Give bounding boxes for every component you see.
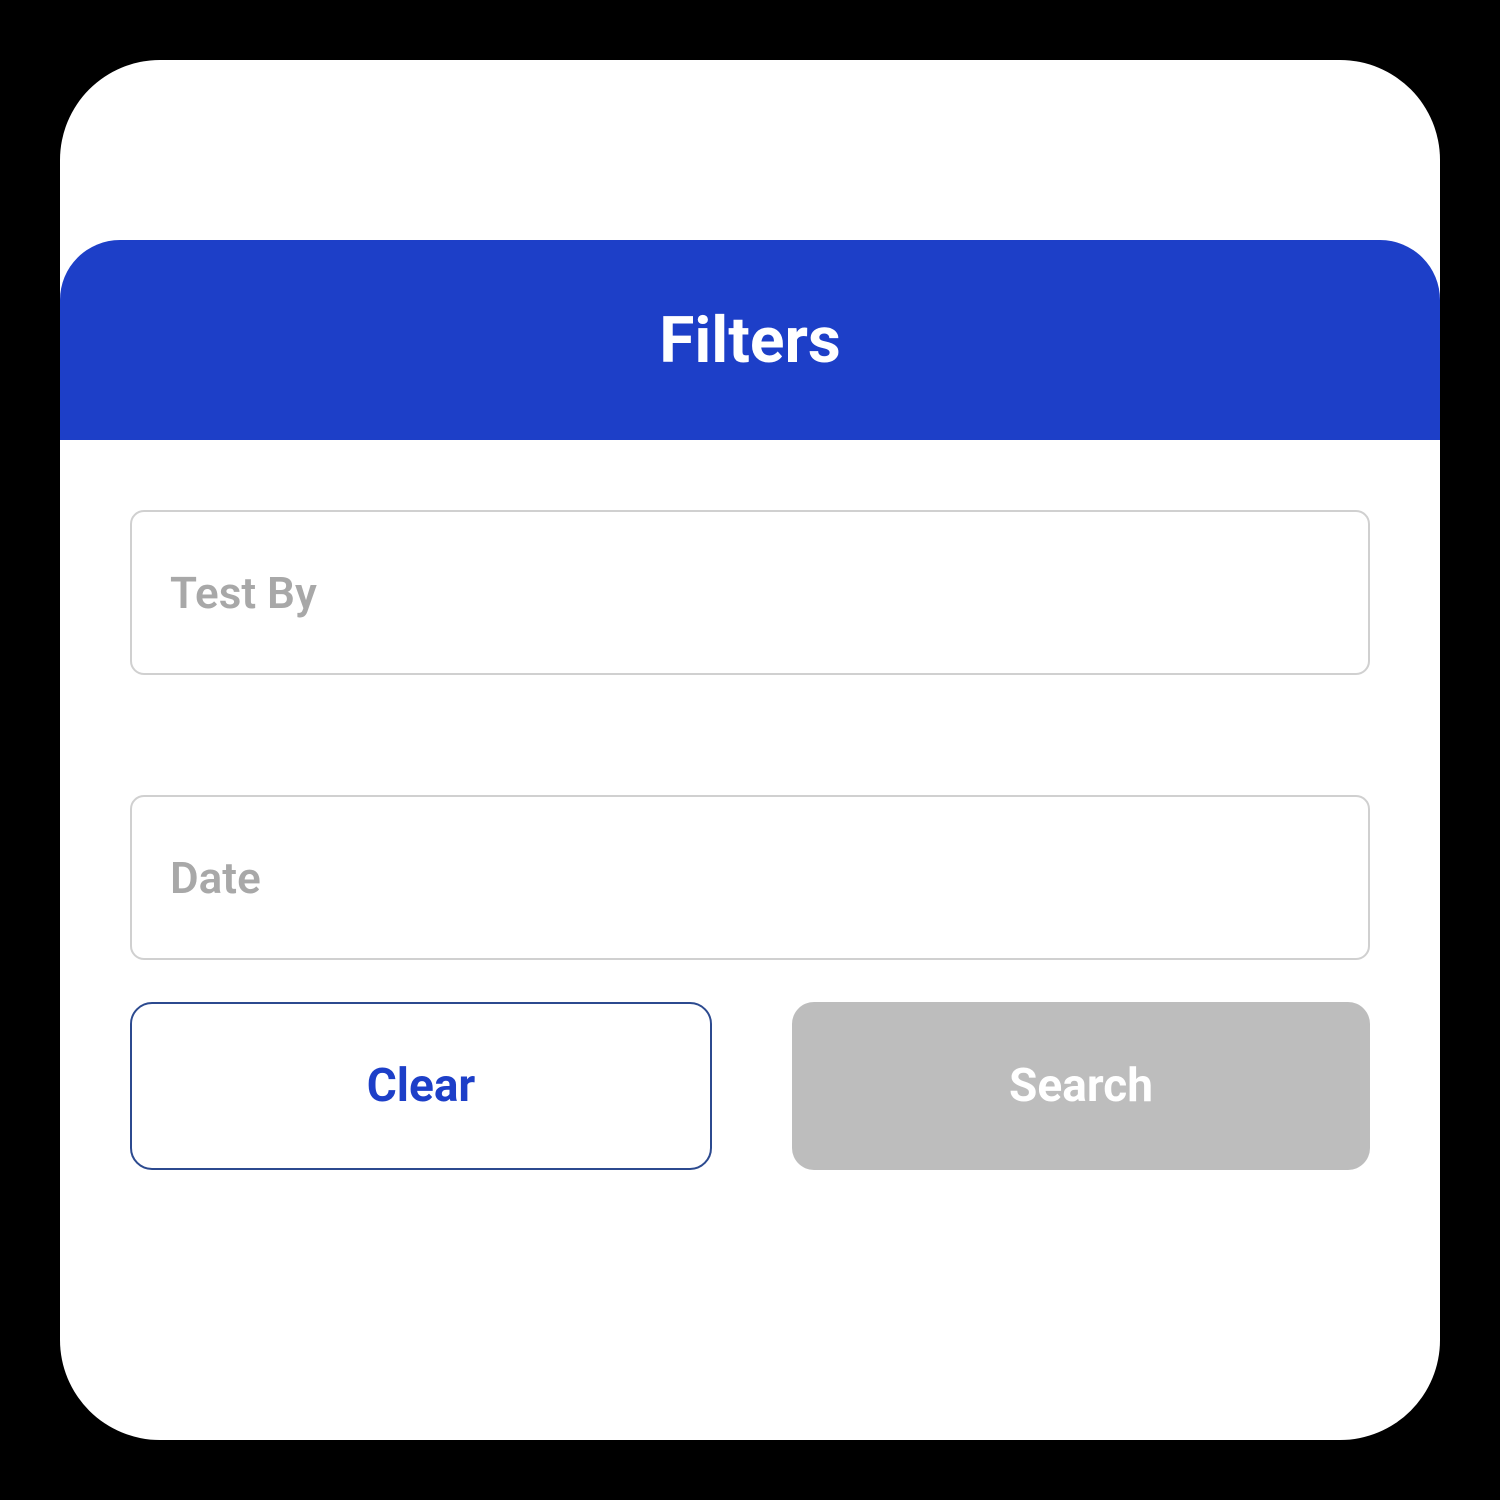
- button-row: Clear Search: [130, 1002, 1370, 1170]
- clear-button[interactable]: Clear: [130, 1002, 712, 1170]
- filters-card: Filters Clear Search: [60, 60, 1440, 1440]
- filters-header: Filters: [60, 240, 1440, 440]
- date-field-wrapper: [130, 795, 1370, 960]
- date-input[interactable]: [130, 795, 1370, 960]
- filters-title: Filters: [659, 303, 841, 378]
- filters-form: Clear Search: [130, 510, 1370, 1170]
- search-button[interactable]: Search: [792, 1002, 1370, 1170]
- test-by-field-wrapper: [130, 510, 1370, 675]
- test-by-input[interactable]: [130, 510, 1370, 675]
